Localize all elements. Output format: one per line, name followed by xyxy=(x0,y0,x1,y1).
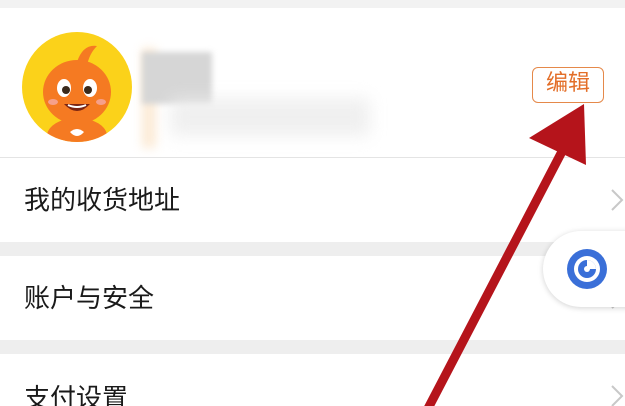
menu-item-label: 我的收货地址 xyxy=(24,186,181,216)
account-page: 编辑 我的收货地址 账户与安全 支付设置 xyxy=(0,0,625,406)
section-gap xyxy=(0,242,625,256)
menu-item-label: 支付设置 xyxy=(24,384,129,406)
chevron-right-icon xyxy=(611,189,624,211)
user-info-redacted xyxy=(170,98,370,136)
username-redacted xyxy=(142,52,212,104)
profile-header: 编辑 xyxy=(0,8,625,158)
edit-profile-button[interactable]: 编辑 xyxy=(532,67,604,103)
section-gap xyxy=(0,340,625,354)
orange-mascot-icon xyxy=(43,45,111,142)
menu-item-label: 账户与安全 xyxy=(24,284,155,314)
assistant-float-button[interactable] xyxy=(543,231,625,307)
assistant-float-icon xyxy=(567,249,607,289)
top-separator xyxy=(0,0,625,8)
chevron-right-icon xyxy=(611,385,624,406)
menu-item-account-security[interactable]: 账户与安全 xyxy=(0,256,625,340)
menu-item-payment-settings[interactable]: 支付设置 xyxy=(0,354,625,406)
avatar[interactable] xyxy=(22,32,132,142)
menu-item-shipping-address[interactable]: 我的收货地址 xyxy=(0,158,625,242)
